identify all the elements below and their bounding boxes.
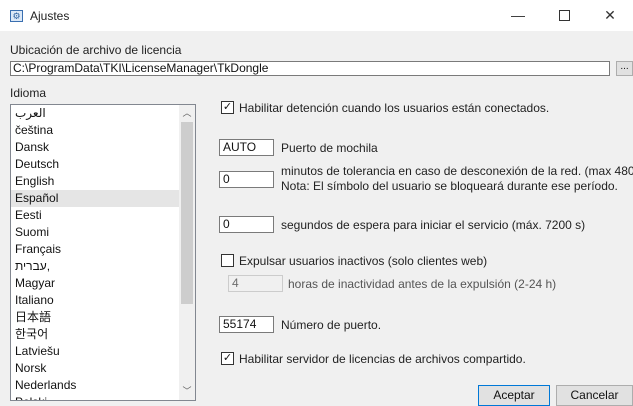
maximize-icon [558, 9, 570, 21]
dongle-port-label: Puerto de mochila [281, 141, 378, 155]
expel-inactive-checkbox[interactable] [221, 254, 234, 267]
language-item[interactable]: Italiano [11, 292, 195, 309]
language-item[interactable]: עברית, [11, 258, 195, 275]
language-label: Idioma [10, 86, 47, 100]
language-item[interactable]: Español [11, 190, 195, 207]
tolerance-label: minutos de tolerancia en caso de descone… [281, 164, 633, 178]
inactive-hours-label: horas de inactividad antes de la expulsi… [288, 277, 557, 291]
license-path-input[interactable]: C:\ProgramData\TKI\LicenseManager\TkDong… [10, 61, 610, 76]
close-button[interactable]: ✕ [587, 0, 633, 31]
tolerance-input[interactable]: 0 [219, 171, 274, 188]
port-number-input[interactable]: 55174 [219, 316, 274, 333]
language-scrollbar[interactable]: ︿ ﹀ [179, 105, 195, 400]
minimize-button[interactable]: — [495, 0, 541, 31]
language-item[interactable]: Nederlands [11, 377, 195, 394]
detect-connected-label: Habilitar detención cuando los usuarios … [239, 101, 550, 115]
checkmark-icon: ✓ [222, 352, 233, 364]
cancel-button[interactable]: Cancelar [556, 385, 633, 406]
scrollbar-thumb[interactable] [181, 122, 193, 304]
language-item[interactable]: Magyar [11, 275, 195, 292]
maximize-button[interactable] [541, 0, 587, 31]
wait-seconds-label: segundos de espera para iniciar el servi… [281, 218, 586, 232]
tolerance-note: Nota: El símbolo del usuario se bloquear… [281, 179, 618, 193]
language-item[interactable]: Latviešu [11, 343, 195, 360]
expel-inactive-label: Expulsar usuarios inactivos (solo client… [239, 254, 488, 268]
shared-server-checkbox[interactable]: ✓ [221, 352, 234, 365]
language-item[interactable]: Polski [11, 394, 195, 400]
detect-connected-checkbox[interactable]: ✓ [221, 101, 234, 114]
language-item[interactable]: Suomi [11, 224, 195, 241]
dongle-port-input[interactable]: AUTO [219, 139, 274, 156]
checkmark-icon: ✓ [222, 101, 233, 113]
language-list[interactable]: العرب čeština Dansk Deutsch English Español Ee… [10, 104, 196, 401]
inactive-hours-input[interactable]: 4 [228, 275, 283, 292]
accept-button[interactable]: Aceptar [478, 385, 550, 406]
language-item[interactable]: 日本語 [11, 309, 195, 326]
language-item[interactable]: Norsk [11, 360, 195, 377]
language-item[interactable]: 한국어 [11, 326, 195, 343]
license-path-label: Ubicación de archivo de licencia [10, 43, 182, 57]
language-item[interactable]: Français [11, 241, 195, 258]
window-title: Ajustes [30, 9, 70, 23]
language-item[interactable]: Deutsch [11, 156, 195, 173]
wait-seconds-input[interactable]: 0 [219, 216, 274, 233]
language-item[interactable]: Dansk [11, 139, 195, 156]
shared-server-label: Habilitar servidor de licencias de archi… [239, 352, 526, 366]
title-bar: ⚙ Ajustes — ✕ [0, 0, 633, 31]
scroll-down-icon[interactable]: ﹀ [179, 383, 195, 400]
language-items: العرب čeština Dansk Deutsch English Español Ee… [11, 105, 195, 400]
browse-button[interactable]: ... [616, 61, 633, 76]
scroll-up-icon[interactable]: ︿ [179, 105, 195, 122]
port-number-label: Número de puerto. [281, 318, 382, 332]
language-item[interactable]: العرب [11, 105, 195, 122]
language-item[interactable]: Eesti [11, 207, 195, 224]
language-item[interactable]: čeština [11, 122, 195, 139]
settings-app-icon: ⚙ [10, 10, 23, 22]
language-item[interactable]: English [11, 173, 195, 190]
